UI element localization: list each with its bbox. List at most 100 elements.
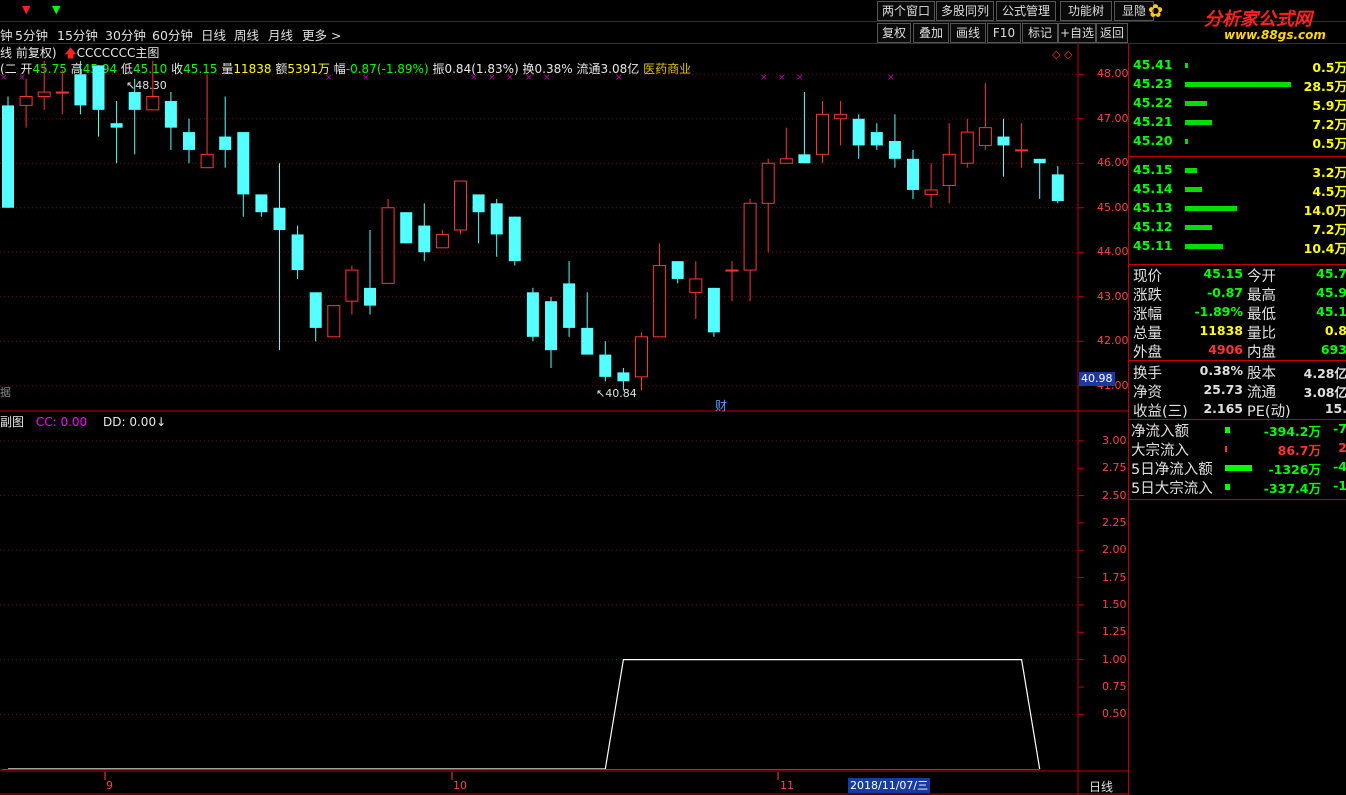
finance-marker[interactable]: 财 — [715, 397, 727, 414]
ask-row[interactable]: 45.41 0.5万 — [1129, 57, 1346, 76]
signal-marker-icon: × — [525, 73, 533, 83]
ask-row[interactable]: 45.21 7.2万 — [1129, 114, 1346, 133]
toolbar-button-3[interactable]: F10 — [987, 23, 1021, 43]
fund-flow-value: 86.7万 — [1277, 443, 1321, 458]
period-label[interactable]: 日线 — [1089, 778, 1113, 795]
ask-row[interactable]: 45.22 5.9万 — [1129, 95, 1346, 114]
bid-row[interactable]: 45.11 10.4万 — [1129, 238, 1346, 257]
ask-volume: 28.5万 — [1303, 79, 1346, 94]
bid-volume: 7.2万 — [1312, 222, 1346, 237]
menu-button-0[interactable]: 两个窗口 — [877, 1, 935, 21]
candle-body — [761, 162, 775, 204]
fund-flow-extra: -7 — [1333, 421, 1346, 436]
candle-body — [508, 216, 521, 262]
bid-volume: 14.0万 — [1303, 203, 1346, 218]
quote-value: 0.38% — [1199, 363, 1243, 378]
timeframe-tab-2[interactable]: 15分钟 — [57, 25, 98, 44]
timeframe-tab-5[interactable]: 日线 — [201, 25, 226, 44]
toolbar-button-4[interactable]: 标记 — [1022, 23, 1058, 43]
sub-chart-header: 副图 CC: 0.00 DD: 0.00↓ — [0, 413, 166, 430]
bid-volume-bar — [1185, 225, 1212, 230]
kline-chart[interactable]: × × × × × × × × × × × × × × ◇ ◇ — [0, 44, 1128, 795]
sub-chart-title[interactable]: 副图 — [0, 415, 24, 429]
fund-flow-row[interactable]: 净流入额 -394.2万 -7 — [1129, 420, 1346, 440]
candle-body — [960, 131, 974, 164]
quote-label: 总量 — [1133, 326, 1162, 342]
quote-label-2: 最高 — [1247, 288, 1276, 304]
toolbar-button-5[interactable]: +自选 — [1058, 23, 1096, 43]
quote-value-2: 0.8 — [1324, 323, 1346, 338]
candle-body — [110, 123, 123, 128]
fund-flow-row[interactable]: 大宗流入 86.7万 2 — [1129, 439, 1346, 459]
diamond-icon-2[interactable]: ◇ — [1064, 48, 1073, 61]
candle-body — [816, 113, 829, 155]
candle-body — [490, 203, 503, 235]
signal-marker-icon: × — [362, 73, 370, 83]
fund-flow-row[interactable]: 5日净流入额 -1326万 -4 — [1129, 458, 1346, 478]
ask-row[interactable]: 45.20 0.5万 — [1129, 133, 1346, 152]
fund-flow-bar — [1225, 427, 1230, 433]
fund-flow-bar — [1225, 484, 1230, 490]
diamond-icon[interactable]: ◇ — [1052, 48, 1061, 61]
quote-label-2: 内盘 — [1247, 345, 1276, 361]
quote-row: 涨跌 -0.87 最高 45.9 — [1129, 284, 1346, 304]
chart-toolbar: 钟 5分钟 15分钟 30分钟 60分钟 日线 周线 月线 更多 > 复权 叠加 画线 F10 标记 +自… — [0, 22, 1346, 44]
toolbar-button-0[interactable]: 复权 — [877, 23, 911, 43]
logo-flower-icon: ✿ — [1148, 1, 1164, 22]
high-price-marker: ↖48.30 — [126, 79, 167, 92]
timeframe-tab-6[interactable]: 周线 — [234, 25, 259, 44]
quote-label-2: 今开 — [1247, 269, 1276, 285]
toolbar-button-2[interactable]: 画线 — [950, 23, 986, 43]
toolbar-button-1[interactable]: 叠加 — [913, 23, 949, 43]
quote-row: 外盘 4906 内盘 693 — [1129, 341, 1346, 361]
quote-value: 2.165 — [1203, 401, 1243, 416]
ask-volume: 7.2万 — [1312, 117, 1346, 132]
timeframe-tab-1[interactable]: 5分钟 — [15, 25, 48, 44]
timeframe-tab-8[interactable]: 更多 > — [302, 25, 341, 44]
ask-row[interactable]: 45.23 28.5万 — [1129, 76, 1346, 95]
bid-row[interactable]: 45.12 7.2万 — [1129, 219, 1346, 238]
low-price-marker: ↖40.84 — [596, 387, 637, 400]
date-axis-label-10: 10 — [453, 779, 467, 792]
timeframe-tab-4[interactable]: 60分钟 — [152, 25, 193, 44]
candle-body — [74, 74, 87, 106]
quote-row-2: 收益(三) 2.165 PE(动) 15. — [1129, 400, 1346, 420]
candle-body — [581, 327, 594, 355]
quote-value-2: 4.28亿 — [1303, 366, 1346, 381]
ask-price: 45.22 — [1133, 95, 1173, 110]
fund-flow-bar — [1225, 465, 1252, 471]
fund-flow-row[interactable]: 5日大宗流入 -337.4万 -1 — [1129, 477, 1346, 497]
menu-button-2[interactable]: 公式管理 — [996, 1, 1056, 21]
candle-body — [907, 158, 919, 190]
red-down-arrow-icon[interactable]: ▼ — [22, 3, 30, 16]
bid-row[interactable]: 45.15 3.2万 — [1129, 162, 1346, 181]
ask-volume-bar — [1185, 63, 1188, 68]
candle-body — [200, 153, 214, 169]
bid-row[interactable]: 45.14 4.5万 — [1129, 181, 1346, 200]
bid-volume-bar — [1185, 187, 1202, 192]
bid-volume: 3.2万 — [1312, 165, 1346, 180]
ask-volume-bar — [1185, 120, 1212, 125]
toolbar-button-6[interactable]: 返回 — [1096, 23, 1128, 43]
candle-body — [164, 100, 177, 128]
quote-label: 净资 — [1133, 385, 1162, 401]
bid-price: 45.15 — [1133, 162, 1173, 177]
bid-volume: 4.5万 — [1312, 184, 1346, 199]
green-down-arrow-icon[interactable]: ▼ — [52, 3, 60, 16]
timeframe-tab-3[interactable]: 30分钟 — [105, 25, 146, 44]
date-axis-ticks — [104, 772, 779, 780]
top-menu-bar: ▼ ▼ 两个窗口 多股同列 公式管理 功能树 显隐 ✿ 分析家公式网 www.88gs.… — [0, 0, 1346, 42]
candle-body — [92, 65, 105, 110]
date-axis-label-11: 11 — [780, 779, 794, 792]
fund-flow-label: 5日净流入额 — [1131, 462, 1213, 478]
fund-flow-label: 5日大宗流入 — [1131, 481, 1213, 497]
fund-flow-value: -1326万 — [1268, 462, 1321, 477]
candle-body — [255, 194, 268, 213]
menu-button-1[interactable]: 多股同列 — [936, 1, 994, 21]
signal-marker-icon: × — [760, 73, 768, 83]
candle-body — [798, 154, 811, 164]
timeframe-tab-0[interactable]: 钟 — [0, 25, 13, 44]
timeframe-tab-7[interactable]: 月线 — [268, 25, 293, 44]
bid-row[interactable]: 45.13 14.0万 — [1129, 200, 1346, 219]
menu-button-3[interactable]: 功能树 — [1060, 1, 1112, 21]
